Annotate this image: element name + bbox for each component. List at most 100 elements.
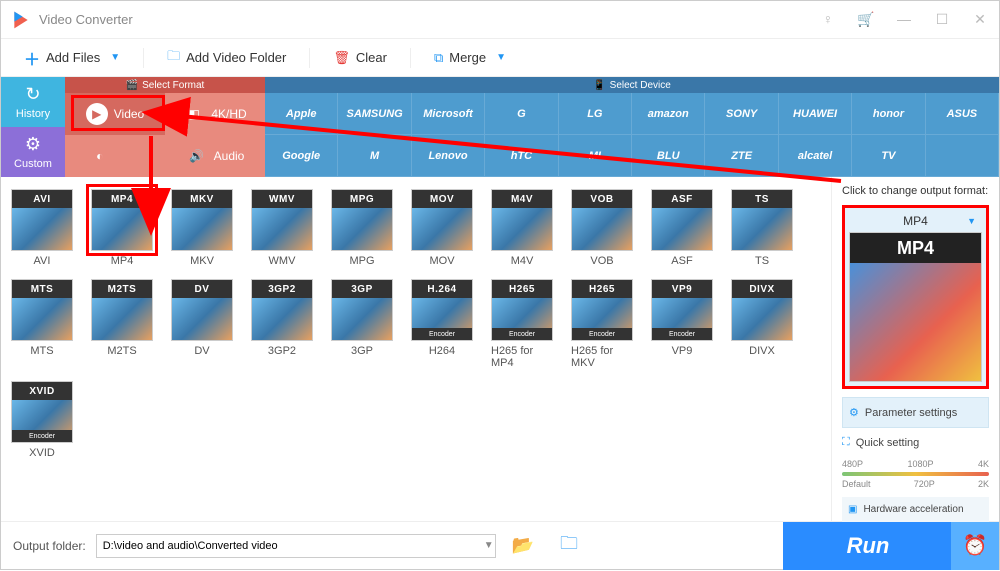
device-amazon[interactable]: amazon [632,93,705,135]
device-blu[interactable]: BLU [632,135,705,177]
category-strip: ↻History ⚙Custom 🎬Select Format ▶Video ◧… [1,77,999,177]
format-vob[interactable]: VOBVOB [571,189,633,267]
format-m4v[interactable]: M4VM4V [491,189,553,267]
device-zte[interactable]: ZTE [705,135,778,177]
add-files-button[interactable]: ＋Add Files▼ [16,42,128,74]
device-tv[interactable]: TV [852,135,925,177]
format-label: VP9 [672,345,693,357]
film-icon: 🎬 [126,80,138,91]
format-asf[interactable]: ASFASF [651,189,713,267]
history-tab[interactable]: ↻History [1,77,65,127]
device-m[interactable]: M [338,135,411,177]
titlebar: Video Converter ♀ 🛒 — ☐ ✕ [1,1,999,39]
clock-icon: ⏰ [963,533,988,558]
video-category[interactable]: ▶Video [65,93,165,135]
format-wmv[interactable]: WMVWMV [251,189,313,267]
format-mts[interactable]: MTSMTS [11,279,73,369]
play-icon: ▶ [86,103,108,125]
device-lenovo[interactable]: Lenovo [412,135,485,177]
format-xvid[interactable]: XVIDEncoderXVID [11,381,73,459]
device-alcatel[interactable]: alcatel [779,135,852,177]
output-format-box[interactable]: MP4▼ MP4 [842,205,989,389]
parameter-settings-button[interactable]: ⚙Parameter settings [842,397,989,428]
maximize-icon[interactable]: ☐ [933,11,951,28]
resolution-slider[interactable]: 480P1080P4K Default720P2K [842,459,989,489]
device-samsung[interactable]: SAMSUNG [338,93,411,135]
sliders-icon: ⚙ [849,406,859,419]
select-format-header: 🎬Select Format [65,77,265,93]
merge-icon: ⧉ [434,50,443,66]
format-mpg[interactable]: MPGMPG [331,189,393,267]
format-3gp2[interactable]: 3GP23GP2 [251,279,313,369]
dropdown-icon[interactable]: ▼ [484,540,494,551]
format-label: H265 for MKV [571,345,633,369]
app-title: Video Converter [39,12,819,27]
device-[interactable] [926,135,999,177]
add-folder-button[interactable]: 🗀Add Video Folder [159,43,294,73]
device-asus[interactable]: ASUS [926,93,999,135]
device-google[interactable]: Google [265,135,338,177]
close-icon[interactable]: ✕ [971,11,989,28]
device-lg[interactable]: LG [559,93,632,135]
format-label: MPG [349,255,374,267]
device-huawei[interactable]: HUAWEI [779,93,852,135]
device-honor[interactable]: honor [852,93,925,135]
format-vp9[interactable]: VP9EncoderVP9 [651,279,713,369]
device-apple[interactable]: Apple [265,93,338,135]
format-avi[interactable]: AVIAVI [11,189,73,267]
output-folder-label: Output folder: [13,539,86,553]
4khd-category[interactable]: ◧4K/HD [165,93,265,135]
format-h264[interactable]: H.264EncoderH264 [411,279,473,369]
merge-button[interactable]: ⧉Merge▼ [426,46,514,70]
format-label: WMV [269,255,296,267]
format-3gp[interactable]: 3GP3GP [331,279,393,369]
format-mp4[interactable]: MP4MP4 [91,189,153,267]
format-label: AVI [34,255,51,267]
format-label: MKV [190,255,214,267]
dropdown-icon: ▼ [496,52,506,63]
device-microsoft[interactable]: Microsoft [412,93,485,135]
device-sony[interactable]: SONY [705,93,778,135]
open-folder-icon[interactable]: 🗀 [552,527,586,565]
custom-tab[interactable]: ⚙Custom [1,127,65,177]
user-icon[interactable]: ♀ [819,11,837,28]
format-label: MTS [30,345,53,357]
format-label: M2TS [107,345,136,357]
minimize-icon[interactable]: — [895,11,913,28]
speaker-icon: 🔊 [186,145,208,167]
hardware-accel-button[interactable]: ▣Hardware acceleration [842,497,989,522]
gear-icon: ⚙ [25,134,41,155]
chip-icon: ▣ [848,504,857,515]
web-icon: ◐ [89,145,111,167]
right-panel: Click to change output format: MP4▼ MP4 … [831,177,999,521]
format-dv[interactable]: DVDV [171,279,233,369]
trash-icon: 🗑 [333,50,350,66]
format-label: 3GP2 [268,345,296,357]
format-m2ts[interactable]: M2TSM2TS [91,279,153,369]
plus-icon: ＋ [24,46,40,70]
format-h265-for-mp4[interactable]: H265EncoderH265 for MP4 [491,279,553,369]
output-folder-input[interactable] [96,534,496,558]
schedule-button[interactable]: ⏰ [951,522,999,570]
browse-folder-icon[interactable]: 📂 [504,531,542,560]
format-mkv[interactable]: MKVMKV [171,189,233,267]
device-mi[interactable]: MI [559,135,632,177]
run-button[interactable]: Run [783,522,953,570]
format-ts[interactable]: TSTS [731,189,793,267]
format-mov[interactable]: MOVMOV [411,189,473,267]
history-icon: ↻ [25,84,40,105]
select-device-header: 📱Select Device [265,77,999,93]
web-category[interactable]: ◐Web [65,135,165,177]
audio-category[interactable]: 🔊Audio [165,135,265,177]
format-divx[interactable]: DIVXDIVX [731,279,793,369]
dropdown-icon: ▼ [110,52,120,63]
cart-icon[interactable]: 🛒 [857,11,875,28]
format-label: DIVX [749,345,775,357]
format-label: ASF [671,255,692,267]
format-label: VOB [590,255,613,267]
device-g[interactable]: G [485,93,558,135]
quick-setting-row: ⛶Quick setting [842,436,989,449]
clear-button[interactable]: 🗑Clear [325,46,395,70]
device-htc[interactable]: hTC [485,135,558,177]
format-h265-for-mkv[interactable]: H265EncoderH265 for MKV [571,279,633,369]
